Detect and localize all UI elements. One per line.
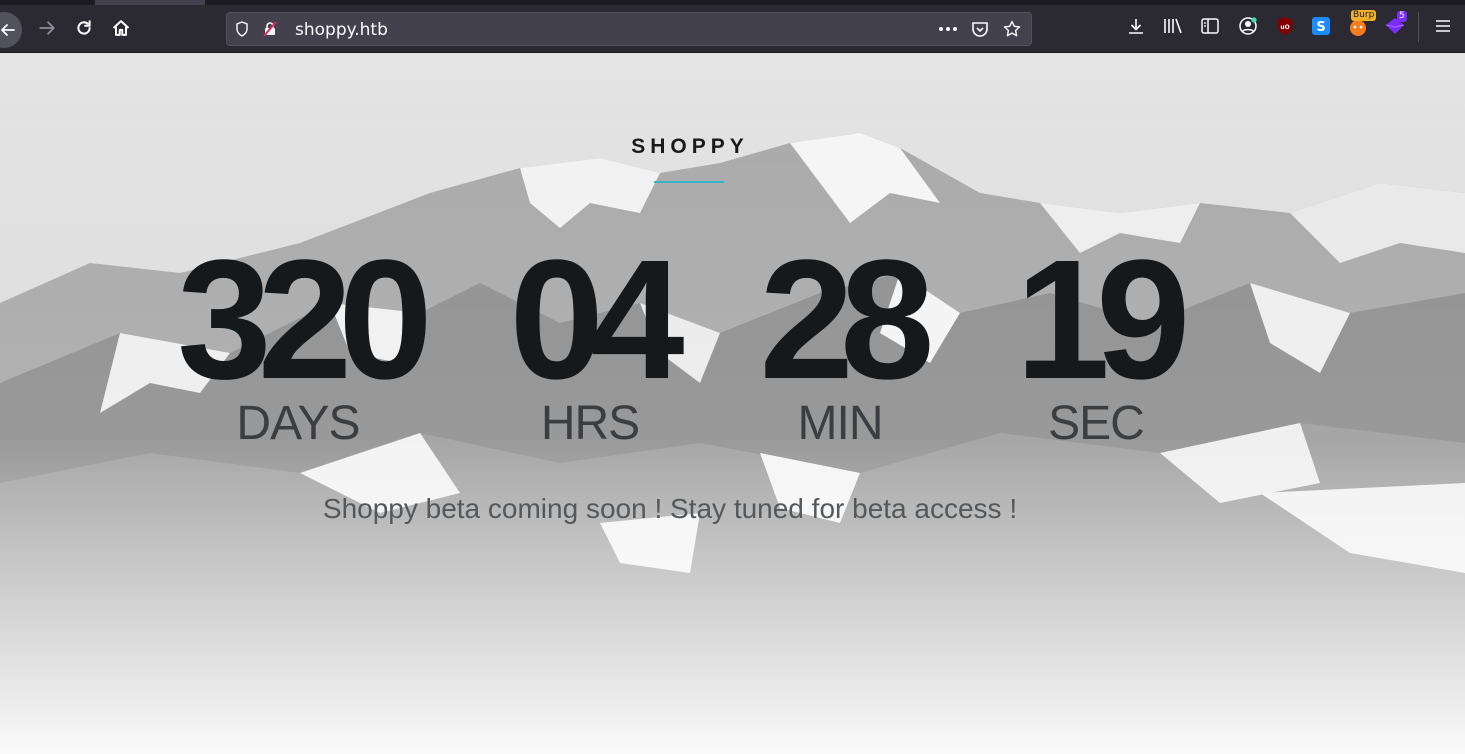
landing-page: SHOPPY 320 DAYS 04 HRS 28 MIN 19 SEC Sho… bbox=[0, 53, 1465, 754]
library-icon bbox=[1164, 18, 1182, 34]
account-icon bbox=[1239, 17, 1257, 35]
active-tab[interactable] bbox=[95, 0, 205, 5]
library-button[interactable] bbox=[1162, 15, 1184, 37]
forward-arrow-icon bbox=[39, 21, 55, 35]
insecure-connection-icon[interactable] bbox=[261, 20, 279, 38]
sidebar-button[interactable] bbox=[1199, 15, 1221, 37]
minutes-label: MIN bbox=[797, 397, 884, 450]
notifications-extension[interactable]: 5 bbox=[1384, 11, 1407, 37]
bookmark-star-icon[interactable] bbox=[1003, 20, 1021, 38]
minutes-value: 28 bbox=[759, 225, 934, 415]
countdown-seconds: 19 SEC bbox=[946, 235, 1246, 449]
seconds-label: SEC bbox=[1048, 397, 1145, 450]
browser-toolbar: shoppy.htb uO S Burp 5 bbox=[0, 0, 1465, 53]
reload-icon bbox=[77, 20, 91, 35]
page-actions-menu-icon[interactable] bbox=[937, 20, 959, 38]
back-arrow-icon bbox=[1, 24, 15, 36]
download-icon bbox=[1129, 19, 1143, 34]
downloads-button[interactable] bbox=[1125, 15, 1147, 37]
countdown-minutes: 28 MIN bbox=[690, 235, 990, 449]
hamburger-menu-icon bbox=[1436, 20, 1450, 32]
back-button[interactable] bbox=[0, 12, 22, 48]
svg-text:uO: uO bbox=[1280, 24, 1289, 31]
countdown-days: 320 DAYS bbox=[148, 235, 448, 449]
s-extension-icon: S bbox=[1312, 17, 1330, 35]
reload-button[interactable] bbox=[70, 14, 98, 42]
sidebar-icon bbox=[1201, 18, 1219, 34]
app-menu-button[interactable] bbox=[1432, 15, 1454, 37]
forward-button[interactable] bbox=[33, 14, 61, 42]
svg-text:S: S bbox=[1316, 20, 1325, 35]
ublock-extension[interactable]: uO bbox=[1274, 15, 1296, 37]
pocket-icon[interactable] bbox=[971, 20, 989, 38]
seconds-value: 19 bbox=[1015, 225, 1190, 415]
url-bar[interactable]: shoppy.htb bbox=[226, 12, 1032, 46]
burp-badge: Burp bbox=[1351, 10, 1377, 21]
brand-underline bbox=[654, 181, 724, 183]
brand-title: SHOPPY bbox=[631, 135, 749, 158]
beta-announcement: Shoppy beta coming soon ! Stay tuned for… bbox=[322, 493, 1018, 524]
home-icon bbox=[112, 20, 130, 36]
ublock-shield-icon: uO bbox=[1277, 17, 1293, 35]
burp-extension[interactable]: Burp bbox=[1347, 10, 1377, 37]
toolbar-divider bbox=[1418, 12, 1419, 42]
account-button[interactable] bbox=[1237, 15, 1259, 37]
tracking-shield-icon[interactable] bbox=[233, 20, 251, 38]
s-extension[interactable]: S bbox=[1310, 15, 1332, 37]
notification-count-badge: 5 bbox=[1397, 11, 1407, 22]
home-button[interactable] bbox=[107, 14, 135, 42]
url-text[interactable]: shoppy.htb bbox=[295, 20, 388, 40]
tab-strip bbox=[0, 0, 1465, 5]
days-value: 320 bbox=[177, 225, 433, 415]
